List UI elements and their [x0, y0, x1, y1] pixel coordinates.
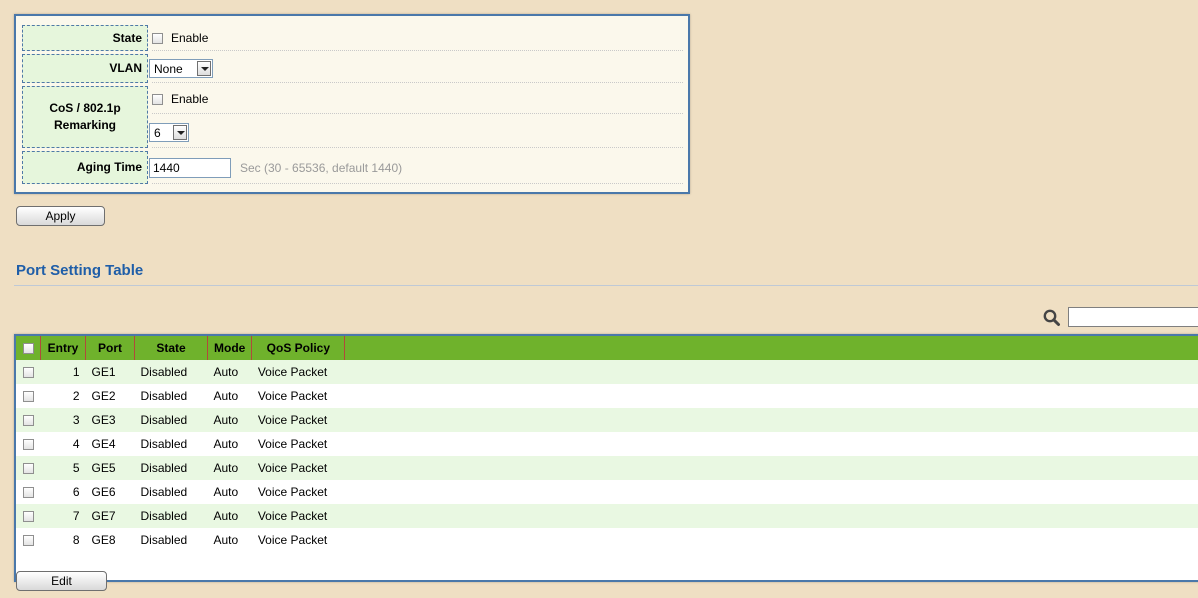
column-header-state[interactable]: State — [134, 336, 208, 360]
cell-mode: Auto — [213, 485, 239, 499]
table-row[interactable]: 8 GE8 Disabled Auto Voice Packet — [16, 528, 1198, 552]
cell-state: Disabled — [140, 365, 188, 379]
port-setting-table-title: Port Setting Table — [16, 262, 144, 279]
cell-qos-policy: Voice Packet — [257, 437, 328, 451]
cell-port: GE2 — [91, 389, 116, 403]
cell-state: Disabled — [140, 389, 188, 403]
table-row[interactable]: 4 GE4 Disabled Auto Voice Packet — [16, 432, 1198, 456]
cos-priority-value: 6 — [154, 126, 161, 140]
cell-entry: 8 — [72, 533, 80, 547]
cell-entry: 5 — [72, 461, 80, 475]
cell-entry: 6 — [72, 485, 80, 499]
cell-mode: Auto — [213, 389, 239, 403]
cell-port: GE1 — [91, 365, 116, 379]
column-header-entry[interactable]: Entry — [40, 336, 86, 360]
edit-button[interactable]: Edit — [16, 571, 107, 591]
cell-mode: Auto — [213, 365, 239, 379]
cos-label-line2: Remarking — [53, 118, 117, 132]
aging-time-hint: Sec (30 - 65536, default 1440) — [240, 161, 403, 175]
cell-mode: Auto — [213, 413, 239, 427]
cos-remarking-label: CoS / 802.1p Remarking — [22, 86, 148, 148]
column-header-filler — [345, 336, 1198, 360]
cell-state: Disabled — [140, 437, 188, 451]
table-row[interactable]: 1 GE1 Disabled Auto Voice Packet — [16, 360, 1198, 384]
cell-port: GE8 — [91, 533, 116, 547]
select-all-checkbox[interactable] — [22, 343, 34, 355]
cell-entry: 4 — [72, 437, 80, 451]
cos-remarking-row: CoS / 802.1p Remarking Enable 6 — [16, 86, 688, 148]
table-row[interactable]: 2 GE2 Disabled Auto Voice Packet — [16, 384, 1198, 408]
cell-entry: 7 — [72, 509, 80, 523]
cos-label-line1: CoS / 802.1p — [49, 101, 121, 115]
table-row[interactable]: 5 GE5 Disabled Auto Voice Packet — [16, 456, 1198, 480]
search-input[interactable] — [1068, 307, 1198, 327]
search-icon[interactable] — [1042, 308, 1062, 328]
vlan-select-value: None — [154, 62, 183, 76]
cell-state: Disabled — [140, 413, 188, 427]
state-enable-checkbox[interactable] — [152, 33, 163, 44]
row-checkbox[interactable] — [22, 535, 34, 547]
aging-time-input[interactable] — [149, 158, 231, 178]
state-label: State — [22, 25, 148, 51]
row-checkbox[interactable] — [22, 487, 34, 499]
cell-qos-policy: Voice Packet — [257, 485, 328, 499]
cell-qos-policy: Voice Packet — [257, 413, 328, 427]
aging-time-label: Aging Time — [22, 151, 148, 184]
cell-port: GE7 — [91, 509, 116, 523]
table-row[interactable]: 7 GE7 Disabled Auto Voice Packet — [16, 504, 1198, 528]
state-row: State Enable — [16, 25, 688, 51]
chevron-down-icon — [173, 125, 187, 140]
row-checkbox[interactable] — [22, 511, 34, 523]
cell-qos-policy: Voice Packet — [257, 365, 328, 379]
cell-qos-policy: Voice Packet — [257, 389, 328, 403]
vlan-label: VLAN — [22, 54, 148, 83]
cell-state: Disabled — [140, 509, 188, 523]
cell-state: Disabled — [140, 485, 188, 499]
cos-enable-label: Enable — [171, 92, 209, 106]
cell-qos-policy: Voice Packet — [257, 509, 328, 523]
cell-mode: Auto — [213, 437, 239, 451]
table-row[interactable]: 3 GE3 Disabled Auto Voice Packet — [16, 408, 1198, 432]
cell-entry: 3 — [72, 413, 80, 427]
cell-port: GE4 — [91, 437, 116, 451]
row-checkbox[interactable] — [22, 391, 34, 403]
table-row[interactable]: 6 GE6 Disabled Auto Voice Packet — [16, 480, 1198, 504]
apply-button[interactable]: Apply — [16, 206, 105, 226]
cell-port: GE3 — [91, 413, 116, 427]
cell-port: GE6 — [91, 485, 116, 499]
cell-mode: Auto — [213, 533, 239, 547]
section-divider — [14, 285, 1198, 286]
vlan-select[interactable]: None — [149, 59, 213, 78]
cell-state: Disabled — [140, 461, 188, 475]
cell-mode: Auto — [213, 461, 239, 475]
cell-entry: 2 — [72, 389, 80, 403]
column-header-port[interactable]: Port — [85, 336, 135, 360]
chevron-down-icon — [197, 61, 211, 76]
row-checkbox[interactable] — [22, 439, 34, 451]
row-checkbox[interactable] — [22, 463, 34, 475]
cell-qos-policy: Voice Packet — [257, 461, 328, 475]
column-header-mode[interactable]: Mode — [207, 336, 253, 360]
row-checkbox[interactable] — [22, 415, 34, 427]
cell-mode: Auto — [213, 509, 239, 523]
cell-qos-policy: Voice Packet — [257, 533, 328, 547]
state-enable-label: Enable — [171, 31, 209, 45]
table-header-row: Entry Port State Mode QoS Policy — [16, 336, 1198, 360]
cell-state: Disabled — [140, 533, 188, 547]
cell-port: GE5 — [91, 461, 116, 475]
select-all-header — [16, 336, 41, 360]
vlan-row: VLAN None — [16, 54, 688, 83]
cos-enable-checkbox[interactable] — [152, 94, 163, 105]
cell-entry: 1 — [72, 365, 80, 379]
column-header-qos-policy[interactable]: QoS Policy — [251, 336, 346, 360]
aging-time-row: Aging Time Sec (30 - 65536, default 1440… — [16, 151, 688, 184]
voice-vlan-settings-panel: State Enable VLAN None CoS / 802.1p Rema… — [14, 14, 690, 194]
port-setting-table: Entry Port State Mode QoS Policy 1 GE1 D… — [14, 334, 1198, 582]
cos-priority-select[interactable]: 6 — [149, 123, 189, 142]
row-checkbox[interactable] — [22, 367, 34, 379]
